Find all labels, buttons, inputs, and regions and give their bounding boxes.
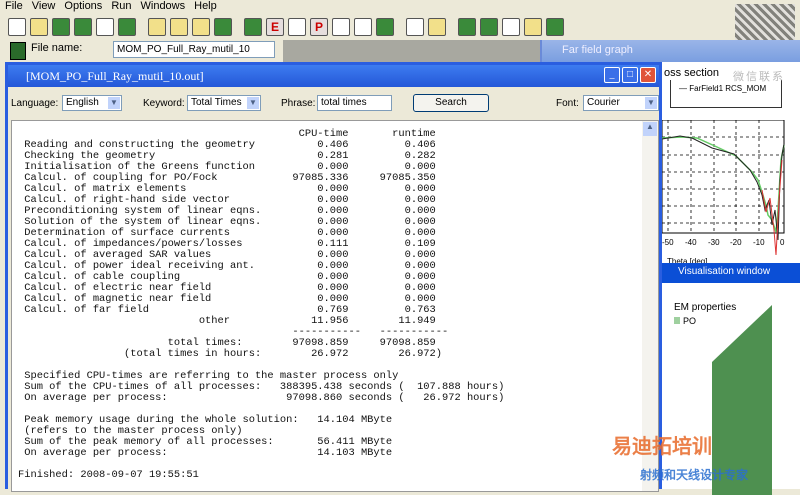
visualisation-window-title[interactable]: Visualisation window: [660, 263, 800, 283]
x-tick: -50: [662, 238, 674, 247]
save-icon[interactable]: [52, 18, 70, 36]
open-out-icon[interactable]: [428, 18, 446, 36]
e-field-icon[interactable]: E: [266, 18, 284, 36]
chevron-down-icon: ▼: [645, 97, 657, 109]
legend-label: FarField1 RCS_MOM: [689, 84, 767, 93]
edit-icon[interactable]: [502, 18, 520, 36]
open-res-icon[interactable]: [170, 18, 188, 36]
font-value: Courier: [587, 97, 620, 108]
chevron-down-icon: ▼: [108, 97, 120, 109]
em-properties: EM properties PO: [674, 302, 736, 326]
em-properties-label: EM properties: [674, 302, 737, 313]
x-tick: -20: [730, 238, 742, 247]
file-name-label: File name:: [31, 42, 83, 54]
graph-icon[interactable]: [244, 18, 262, 36]
watermark-logo: 易迪拓培训: [612, 436, 712, 458]
new-file-icon[interactable]: [8, 18, 26, 36]
font-label: Font:: [556, 98, 579, 109]
report-line: On average per process: 14.103 MByte: [18, 447, 393, 459]
x-tick: -40: [685, 238, 697, 247]
x-tick: -30: [708, 238, 720, 247]
menu-windows[interactable]: Windows: [141, 0, 186, 14]
search-controls: Language: English ▼ Keyword: Total Times ▼…: [8, 87, 659, 117]
output-window-title[interactable]: [MOM_PO_Full_Ray_mutil_10.out] _ □ ✕: [8, 65, 659, 87]
x-tick: 0: [780, 238, 785, 247]
rcs-chart: -50 -40 -30 -20 -10 0 Theta [deg]: [662, 120, 785, 266]
keyword-value: Total Times: [191, 97, 242, 108]
window-title: [MOM_PO_Full_Ray_mutil_10.out]: [26, 69, 204, 83]
output-file-window: [MOM_PO_Full_Ray_mutil_10.out] _ □ ✕ Lan…: [5, 62, 662, 492]
feko-c-icon[interactable]: [458, 18, 476, 36]
menu-options[interactable]: Options: [64, 0, 102, 14]
toolbar: E P: [0, 14, 730, 40]
watermark-side: 微信联系: [733, 71, 785, 83]
po-swatch: [674, 317, 680, 324]
feko-e-icon[interactable]: [480, 18, 498, 36]
circle-icon[interactable]: [546, 18, 564, 36]
menu-help[interactable]: Help: [194, 0, 217, 14]
chart-title: oss section: [664, 67, 720, 79]
colormap-icon[interactable]: [376, 18, 394, 36]
list-icon[interactable]: [524, 18, 542, 36]
workspace-background: [283, 40, 540, 62]
location-icon[interactable]: [354, 18, 372, 36]
network-icon[interactable]: [332, 18, 350, 36]
menu-bar: File View Options Run Windows Help: [0, 0, 800, 14]
x-tick: -10: [753, 238, 765, 247]
minimize-button[interactable]: _: [604, 67, 620, 83]
report-line: Finished: 2008-09-07 19:55:51: [18, 469, 199, 481]
save-as-icon[interactable]: [74, 18, 92, 36]
power-icon[interactable]: P: [310, 18, 328, 36]
far-field-title[interactable]: Far field graph: [542, 40, 800, 62]
maximize-button[interactable]: □: [622, 67, 638, 83]
language-value: English: [66, 97, 99, 108]
phrase-input[interactable]: total times: [317, 95, 392, 111]
phrase-label: Phrase:: [281, 98, 316, 109]
series-line-mom: [662, 135, 785, 241]
close-button[interactable]: ✕: [640, 67, 656, 83]
s21-icon[interactable]: [288, 18, 306, 36]
output-text-area[interactable]: CPU-time runtime Reading and constructin…: [11, 120, 659, 492]
monitor-icon: [10, 42, 26, 60]
report-text: CPU-time runtime Reading and constructin…: [18, 129, 504, 481]
open-mod-icon[interactable]: [148, 18, 166, 36]
menu-run[interactable]: Run: [111, 0, 131, 14]
report-line: On average per process: 97098.860 second…: [18, 392, 505, 404]
chevron-down-icon: ▼: [247, 97, 259, 109]
keyword-select[interactable]: Total Times ▼: [187, 95, 261, 111]
camera-icon[interactable]: [118, 18, 136, 36]
language-select[interactable]: English ▼: [62, 95, 122, 111]
po-label: PO: [683, 316, 697, 326]
scroll-up-icon[interactable]: ▲: [643, 122, 657, 136]
open-folder-icon[interactable]: [30, 18, 48, 36]
menu-view[interactable]: View: [32, 0, 56, 14]
target-icon[interactable]: [406, 18, 424, 36]
3d-view-icon[interactable]: [214, 18, 232, 36]
file-name-input[interactable]: MOM_PO_Full_Ray_mutil_10: [113, 41, 275, 58]
open-opt-icon[interactable]: [192, 18, 210, 36]
chart-legend: — FarField1 RCS_MOM: [670, 80, 782, 108]
keyword-label: Keyword:: [143, 98, 185, 109]
menu-file[interactable]: File: [5, 0, 23, 14]
language-label: Language:: [11, 98, 59, 109]
report-line: (total times in hours: 26.972 26.972): [18, 348, 443, 360]
search-button[interactable]: Search: [413, 94, 489, 112]
print-icon[interactable]: [96, 18, 114, 36]
watermark-tagline: 射频和天线设计专家: [640, 468, 749, 482]
font-select[interactable]: Courier ▼: [583, 95, 659, 111]
series-line-red: [761, 159, 783, 256]
